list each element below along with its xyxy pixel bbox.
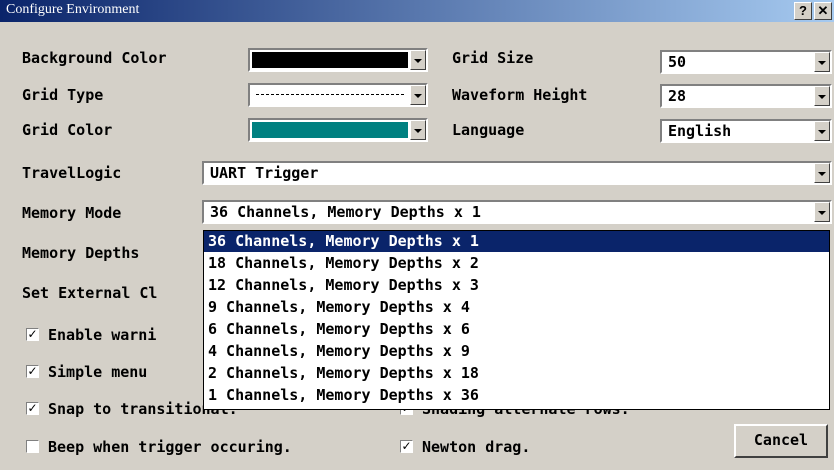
chevron-down-icon[interactable] <box>410 50 426 70</box>
background-color-label: Background Color <box>22 49 167 67</box>
enable-warning-checkbox[interactable]: ✓ <box>26 328 39 341</box>
grid-type-select[interactable] <box>248 83 428 107</box>
close-button[interactable]: ✕ <box>814 2 832 20</box>
window-title: Configure Environment <box>6 2 140 17</box>
grid-color-select[interactable] <box>248 118 428 142</box>
language-label: Language <box>452 121 525 139</box>
memory-mode-option[interactable]: 4 Channels, Memory Depths x 9 <box>204 341 829 362</box>
memory-mode-option[interactable]: 6 Channels, Memory Depths x 6 <box>204 319 829 340</box>
chevron-down-icon[interactable] <box>814 86 830 106</box>
memory-mode-option[interactable]: 12 Channels, Memory Depths x 3 <box>204 275 829 296</box>
set-external-clock-label: Set External Cl <box>22 284 158 302</box>
grid-size-value: 50 <box>668 53 687 71</box>
grid-color-label: Grid Color <box>22 121 113 139</box>
grid-size-label: Grid Size <box>452 49 534 67</box>
waveform-height-value: 28 <box>668 87 687 105</box>
simple-menu-label: Simple menu <box>48 363 148 381</box>
beep-when-trigger-checkbox[interactable] <box>26 440 39 453</box>
simple-menu-checkbox[interactable]: ✓ <box>26 365 39 378</box>
memory-mode-select[interactable]: 36 Channels, Memory Depths x 1 <box>202 200 832 224</box>
chevron-down-icon[interactable] <box>410 85 426 105</box>
help-button[interactable]: ? <box>794 2 812 20</box>
newton-drag-label: Newton drag. <box>422 438 531 456</box>
memory-depths-label: Memory Depths <box>22 244 140 262</box>
memory-mode-option[interactable]: 2 Channels, Memory Depths x 18 <box>204 363 829 384</box>
enable-warning-label: Enable warni <box>48 326 157 344</box>
memory-mode-option[interactable]: 1 Channels, Memory Depths x 36 <box>204 385 829 406</box>
chevron-down-icon[interactable] <box>814 202 830 222</box>
beep-when-trigger-label: Beep when trigger occuring. <box>48 438 292 456</box>
memory-mode-option[interactable]: 18 Channels, Memory Depths x 2 <box>204 253 829 274</box>
waveform-height-label: Waveform Height <box>452 86 588 104</box>
chevron-down-icon[interactable] <box>814 121 830 141</box>
travel-logic-label: TravelLogic <box>22 164 122 182</box>
memory-mode-option[interactable]: 9 Channels, Memory Depths x 4 <box>204 297 829 318</box>
chevron-down-icon[interactable] <box>814 52 830 72</box>
background-color-select[interactable] <box>248 48 428 72</box>
travel-logic-select[interactable]: UART Trigger <box>202 161 832 185</box>
memory-mode-option[interactable]: 36 Channels, Memory Depths x 1 <box>204 231 829 252</box>
language-select[interactable]: English <box>660 119 832 143</box>
waveform-height-select[interactable]: 28 <box>660 84 832 108</box>
memory-mode-value: 36 Channels, Memory Depths x 1 <box>210 203 481 221</box>
check-icon: ✓ <box>27 327 38 341</box>
grid-color-swatch <box>252 122 408 138</box>
language-value: English <box>668 122 732 140</box>
newton-drag-checkbox[interactable]: ✓ <box>400 440 413 453</box>
check-icon: ✓ <box>401 439 412 453</box>
background-color-swatch <box>252 52 408 68</box>
snap-to-transitional-checkbox[interactable]: ✓ <box>26 402 39 415</box>
grid-size-select[interactable]: 50 <box>660 50 832 74</box>
memory-mode-label: Memory Mode <box>22 204 122 222</box>
check-icon: ✓ <box>27 364 38 378</box>
grid-type-label: Grid Type <box>22 86 104 104</box>
dashed-line-sample <box>256 94 404 95</box>
chevron-down-icon[interactable] <box>410 120 426 140</box>
memory-mode-dropdown-list[interactable]: 36 Channels, Memory Depths x 1 18 Channe… <box>203 230 830 410</box>
chevron-down-icon[interactable] <box>814 163 830 183</box>
cancel-button[interactable]: Cancel <box>734 424 828 458</box>
check-icon: ✓ <box>27 401 38 415</box>
travel-logic-value: UART Trigger <box>210 164 319 182</box>
